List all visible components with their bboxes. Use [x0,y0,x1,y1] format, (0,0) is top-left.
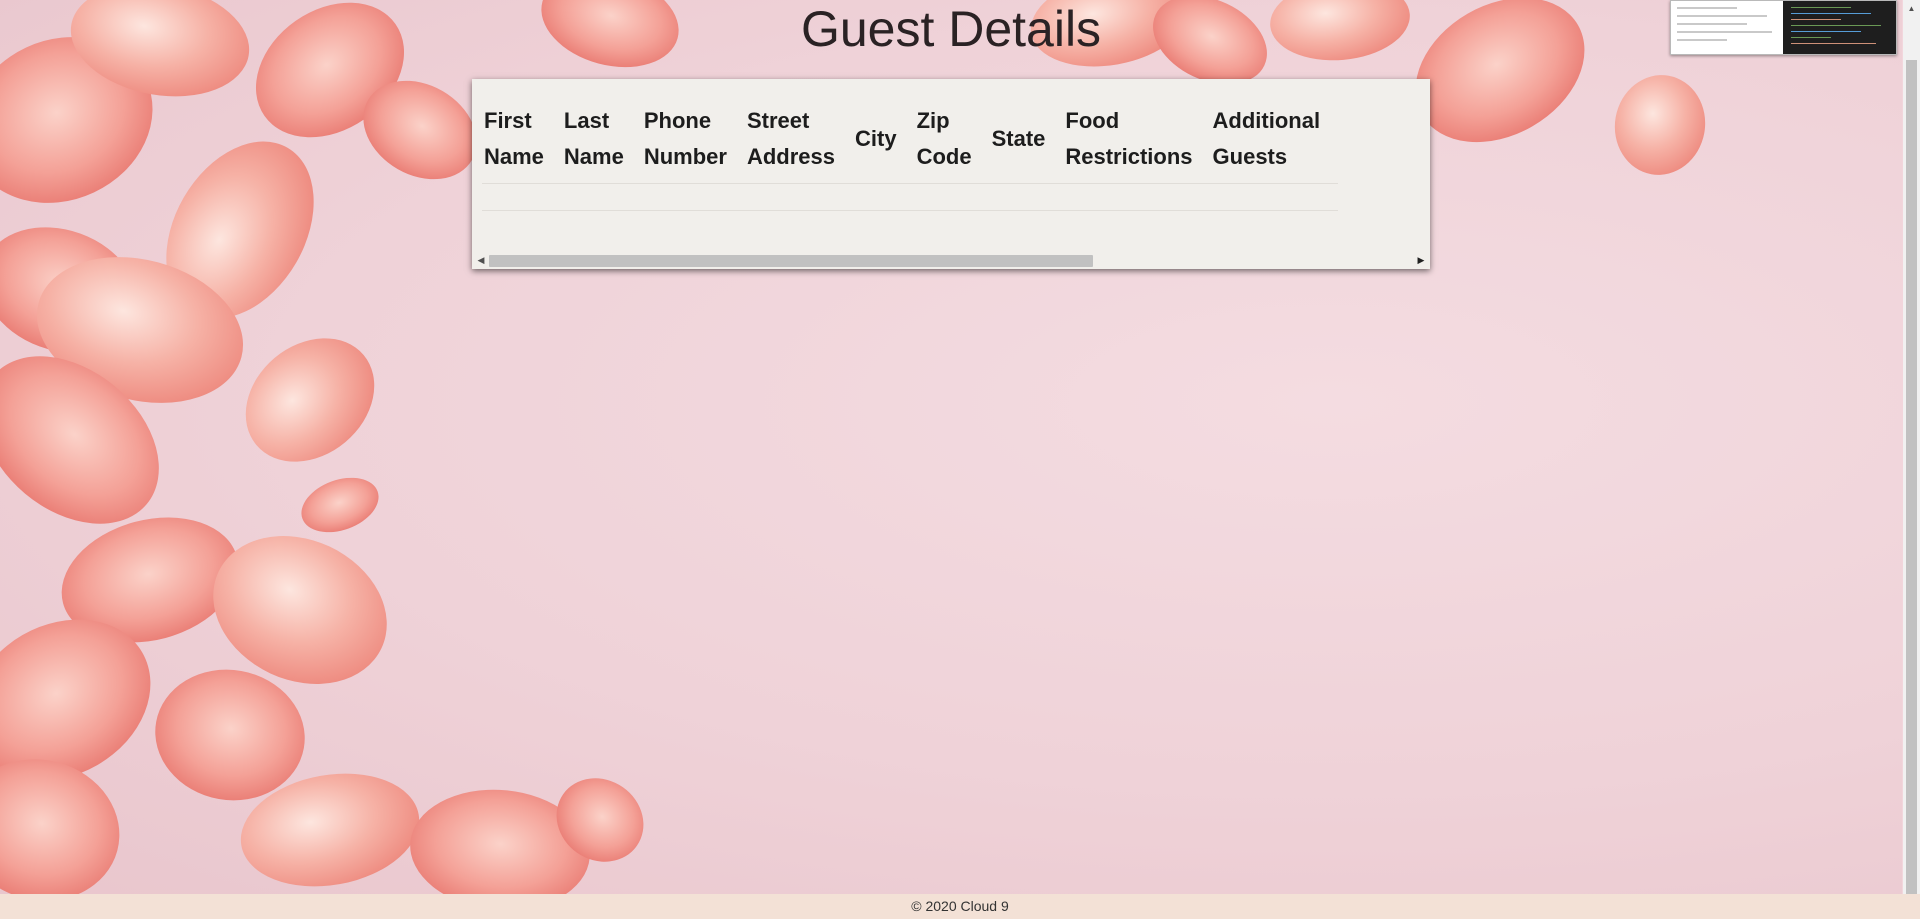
thumbnail-editor-pane [1783,1,1896,54]
table-cell [989,183,1064,211]
column-header-line: Guests [1212,144,1288,169]
column-header-line: First [484,108,532,133]
column-header: Street Address [744,103,854,184]
thumbnail-browser-pane [1671,1,1783,54]
column-header-line: Last [563,108,610,133]
page-title: Guest Details [800,1,1102,57]
column-header-line: Additional [1212,108,1321,133]
column-header-line: Code [916,144,972,169]
table-cell [641,183,745,211]
column-header: City [853,103,915,184]
column-header: Zip Code [914,103,990,184]
table-row [482,183,1339,211]
column-header-line: State [991,126,1046,151]
column-header-line: Name [484,144,544,169]
column-header: Last Name [561,103,642,184]
column-header-line: Address [746,144,836,169]
column-header-line: Zip [916,108,950,133]
guest-table-card: First Name Last Name Phone Number Street Addres… [472,79,1430,269]
column-header-line: Street [746,108,810,133]
table-cell [853,183,915,211]
footer: © 2020 Cloud 9 [0,894,1920,919]
scroll-left-arrow-icon[interactable]: ◀ [474,253,488,267]
horizontal-scroll-thumb[interactable] [489,255,1093,267]
scroll-right-arrow-icon[interactable]: ▶ [1414,253,1428,267]
column-header: Additional Guests [1210,103,1339,184]
guest-table: First Name Last Name Phone Number Street Addres… [482,103,1339,211]
column-header-line: Food [1065,108,1120,133]
column-header: Food Restrictions [1063,103,1211,184]
guest-table-scroll-area[interactable]: First Name Last Name Phone Number Street Addres… [472,79,1430,249]
table-cell [482,183,562,211]
column-header-line: City [855,126,897,151]
column-header: State [989,103,1064,184]
table-cell [744,183,854,211]
footer-copyright: © 2020 Cloud 9 [911,898,1009,914]
table-cell [1063,183,1211,211]
column-header-line: Number [643,144,727,169]
table-header-row: First Name Last Name Phone Number Street Addres… [482,103,1339,184]
page-scroll-thumb[interactable] [1906,60,1917,894]
table-cell [561,183,642,211]
table-cell [914,183,990,211]
column-header-line: Name [563,144,624,169]
page-vertical-scrollbar[interactable]: ▲ [1903,0,1920,894]
column-header: First Name [482,103,562,184]
table-cell [1210,183,1339,211]
column-header: Phone Number [641,103,745,184]
horizontal-scrollbar[interactable]: ◀ ▶ [472,250,1430,269]
column-header-line: Restrictions [1065,144,1193,169]
scroll-up-arrow-icon[interactable]: ▲ [1903,0,1920,17]
window-preview-thumbnail[interactable] [1670,0,1897,55]
column-header-line: Phone [643,108,712,133]
